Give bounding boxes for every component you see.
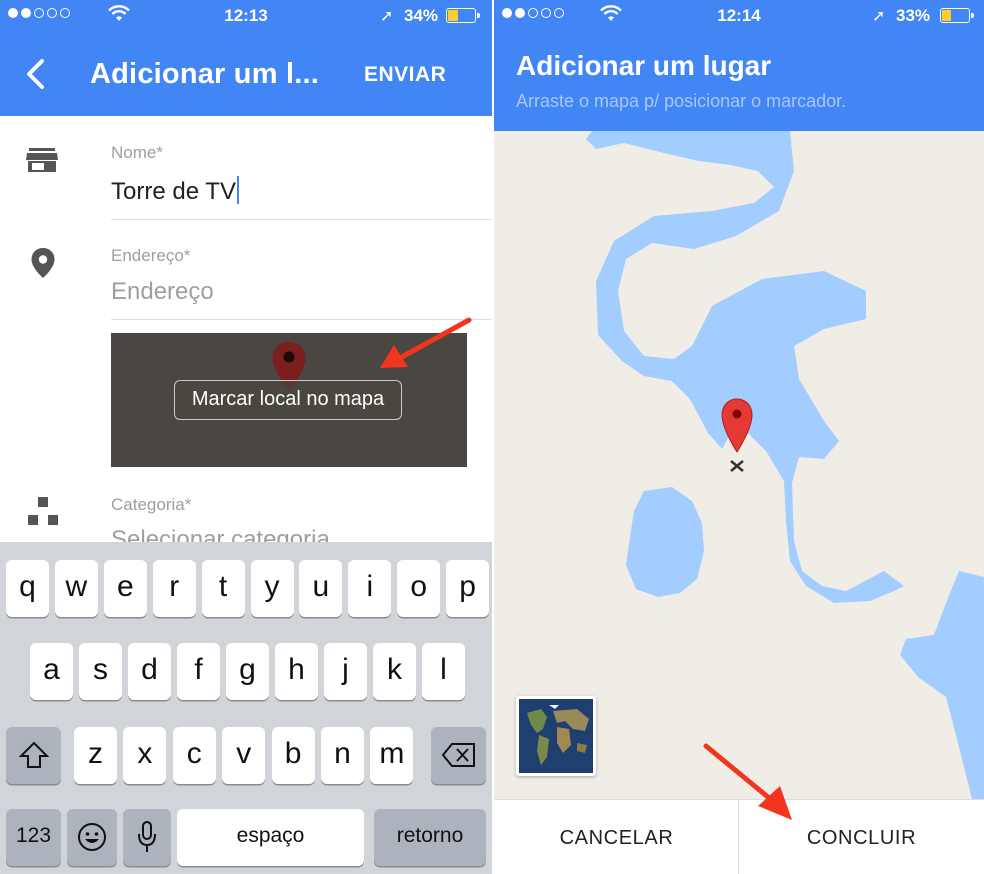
- dictation-key[interactable]: [123, 809, 171, 866]
- microphone-icon: [138, 821, 156, 852]
- key-q[interactable]: q: [6, 560, 49, 617]
- battery-icon: [940, 8, 974, 23]
- category-label: Categoria*: [111, 495, 192, 514]
- delete-key[interactable]: [431, 727, 486, 784]
- map-picker-screen: 12:14 ➚ 33% Adicionar um lugar Arraste o…: [494, 0, 984, 874]
- battery-percent: 34%: [404, 6, 439, 25]
- app-bar: 12:14 ➚ 33% Adicionar um lugar Arraste o…: [494, 0, 984, 131]
- key-m[interactable]: m: [370, 727, 414, 784]
- satellite-globe-icon: [519, 699, 593, 773]
- address-input[interactable]: Endereço: [111, 278, 214, 306]
- back-arrow-icon[interactable]: [22, 58, 48, 90]
- text-caret: [236, 176, 239, 204]
- key-p[interactable]: p: [446, 560, 490, 617]
- location-arrow-icon: ➚: [380, 8, 394, 25]
- space-key[interactable]: espaço: [177, 809, 364, 866]
- key-t[interactable]: t: [201, 560, 245, 617]
- key-f[interactable]: f: [177, 643, 220, 700]
- annotation-arrow: [703, 743, 792, 820]
- backspace-icon: [441, 743, 475, 767]
- status-bar: 12:14 ➚ 33%: [494, 0, 984, 32]
- name-underline: [111, 219, 492, 220]
- address-label: Endereço*: [111, 246, 191, 265]
- battery-percent: 33%: [896, 6, 931, 25]
- key-h[interactable]: h: [275, 643, 318, 700]
- key-k[interactable]: k: [373, 643, 416, 700]
- key-b[interactable]: b: [271, 727, 315, 784]
- key-r[interactable]: r: [152, 560, 196, 617]
- name-input[interactable]: Torre de TV: [111, 176, 239, 206]
- numbers-key[interactable]: 123: [6, 809, 61, 866]
- emoji-icon: [78, 823, 106, 851]
- key-j[interactable]: j: [324, 643, 367, 700]
- key-n[interactable]: n: [321, 727, 364, 784]
- shift-key[interactable]: [6, 727, 61, 784]
- send-button[interactable]: ENVIAR: [364, 63, 446, 87]
- key-a[interactable]: a: [30, 643, 73, 700]
- store-icon: [26, 148, 58, 172]
- satellite-view-toggle[interactable]: [516, 696, 596, 776]
- status-bar: 12:13 ➚ 34%: [0, 0, 492, 32]
- add-place-form-screen: 12:13 ➚ 34% Adicionar um l... ENVIAR Nom…: [0, 0, 492, 874]
- return-key[interactable]: retorno: [374, 809, 486, 866]
- app-bar: 12:13 ➚ 34% Adicionar um l... ENVIAR: [0, 0, 492, 116]
- key-z[interactable]: z: [74, 727, 117, 784]
- key-v[interactable]: v: [222, 727, 266, 784]
- key-i[interactable]: i: [348, 560, 392, 617]
- name-value: Torre de TV: [111, 178, 236, 205]
- key-o[interactable]: o: [397, 560, 441, 617]
- page-subtitle: Arraste o mapa p/ posicionar o marcador.: [516, 91, 847, 111]
- annotation-arrow: [380, 317, 472, 368]
- page-title: Adicionar um l...: [90, 58, 319, 90]
- key-g[interactable]: g: [226, 643, 269, 700]
- key-y[interactable]: y: [250, 560, 294, 617]
- page-title: Adicionar um lugar: [516, 50, 772, 81]
- location-arrow-icon: ➚: [872, 8, 886, 25]
- shift-icon: [18, 741, 49, 768]
- battery-icon: [446, 8, 480, 23]
- mark-on-map-button[interactable]: Marcar local no mapa: [174, 380, 402, 420]
- keyboard: qwertyuiop asdfghjkl zxcvbnm 123 espaço …: [0, 542, 492, 874]
- key-w[interactable]: w: [54, 560, 98, 617]
- key-l[interactable]: l: [422, 643, 465, 700]
- key-c[interactable]: c: [172, 727, 216, 784]
- key-s[interactable]: s: [79, 643, 122, 700]
- key-d[interactable]: d: [128, 643, 171, 700]
- location-pin-icon: [31, 248, 55, 278]
- name-label: Nome*: [111, 143, 163, 162]
- key-e[interactable]: e: [103, 560, 147, 617]
- emoji-key[interactable]: [67, 809, 117, 866]
- key-u[interactable]: u: [299, 560, 343, 617]
- category-icon: [28, 497, 58, 525]
- key-x[interactable]: x: [123, 727, 167, 784]
